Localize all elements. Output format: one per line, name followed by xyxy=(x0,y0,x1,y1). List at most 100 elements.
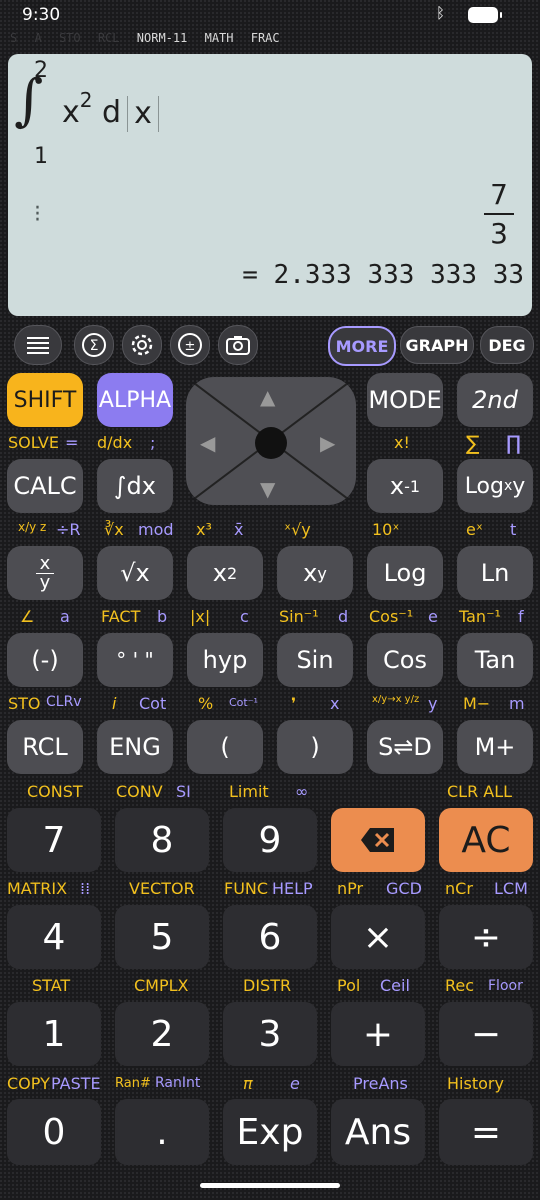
plus-minus-icon[interactable]: ± xyxy=(170,325,210,365)
ans-key[interactable]: Ans xyxy=(331,1099,425,1165)
frac-bottom: y xyxy=(39,571,51,593)
label-npr: nPr xyxy=(337,879,364,898)
label-atan: Tan⁻¹ xyxy=(459,607,501,626)
svg-text:±: ± xyxy=(185,339,196,354)
ln-key[interactable]: Ln xyxy=(457,546,533,600)
label-factorial: x! xyxy=(394,433,410,452)
label-limit: Limit xyxy=(229,782,269,801)
label-comma: ❜ xyxy=(291,694,297,713)
digit-5-key[interactable]: 5 xyxy=(115,905,209,969)
integral-expression[interactable]: x2 dx xyxy=(62,88,159,132)
more-button[interactable]: MORE xyxy=(328,326,396,366)
shift-key[interactable]: SHIFT xyxy=(7,373,83,427)
home-indicator[interactable] xyxy=(200,1183,340,1188)
plus-key[interactable]: + xyxy=(331,1002,425,1066)
calc-key[interactable]: CALC xyxy=(7,459,83,513)
settings-gear-icon[interactable] xyxy=(122,325,162,365)
alpha-key[interactable]: ALPHA xyxy=(97,373,173,427)
divide-key[interactable]: ÷ xyxy=(439,905,533,969)
second-function-key[interactable]: 2nd xyxy=(457,373,533,427)
rcl-key[interactable]: RCL xyxy=(7,720,83,774)
m-plus-key[interactable]: M+ xyxy=(457,720,533,774)
label-cot: Cot xyxy=(139,694,167,713)
inverse-key[interactable]: x -1 xyxy=(367,459,443,513)
label-acos: Cos⁻¹ xyxy=(369,607,414,626)
label-gcd: GCD xyxy=(386,879,422,898)
eng-key[interactable]: ENG xyxy=(97,720,173,774)
label-fraction-convert: x/y→x y/z xyxy=(372,694,420,705)
label-random: Ran# xyxy=(115,1076,151,1091)
sqrt-key[interactable]: √x xyxy=(97,546,173,600)
digit-9-key[interactable]: 9 xyxy=(223,808,317,872)
more-vert-icon[interactable]: · · · xyxy=(34,198,41,232)
decimal-point-key[interactable]: . xyxy=(115,1099,209,1165)
label-cube: x³ xyxy=(196,520,212,539)
deg-button[interactable]: DEG xyxy=(480,326,534,364)
up-arrow-icon[interactable]: ▲ xyxy=(260,385,275,409)
integral-lower-limit[interactable]: 1 xyxy=(34,144,48,169)
label-ceil: Ceil xyxy=(380,976,410,995)
all-clear-key[interactable]: AC xyxy=(439,808,533,872)
digit-2-key[interactable]: 2 xyxy=(115,1002,209,1066)
cos-key[interactable]: Cos xyxy=(367,633,443,687)
result-denominator: 3 xyxy=(490,217,508,250)
label-abs: |x| xyxy=(190,607,211,626)
label-f: f xyxy=(518,607,524,626)
integral-key[interactable]: ∫dx xyxy=(97,459,173,513)
digit-4-key[interactable]: 4 xyxy=(7,905,101,969)
backspace-key[interactable] xyxy=(331,808,425,872)
label-distr: DISTR xyxy=(243,976,292,995)
calculator-display[interactable]: 2 ∫ 1 x2 dx · · · 7 3 = 2.333 333 333 33 xyxy=(8,54,532,316)
indicator-sto: STO xyxy=(58,31,81,45)
exp-key[interactable]: Exp xyxy=(223,1099,317,1165)
camera-icon[interactable] xyxy=(218,325,258,365)
indicator-math: MATH xyxy=(204,31,234,45)
sin-key[interactable]: Sin xyxy=(277,633,353,687)
matrix-grid-icon: ⁞⁞ xyxy=(80,879,91,898)
left-arrow-icon[interactable]: ◀ xyxy=(200,431,215,455)
fraction-result: 7 3 xyxy=(484,178,514,250)
right-arrow-icon[interactable]: ▶ xyxy=(320,431,335,455)
left-paren-key[interactable]: ( xyxy=(187,720,263,774)
direction-pad[interactable]: ▲ ▼ ◀ ▶ xyxy=(186,377,356,505)
label-semicolon: ; xyxy=(150,433,156,452)
logxy-y: y xyxy=(512,473,526,499)
label-floor: Floor xyxy=(488,978,523,994)
right-paren-key[interactable]: ) xyxy=(277,720,353,774)
negative-key[interactable]: (-) xyxy=(7,633,83,687)
mode-key[interactable]: MODE xyxy=(367,373,443,427)
hyp-key[interactable]: hyp xyxy=(187,633,263,687)
label-clrv: CLRv xyxy=(46,694,82,710)
tan-key[interactable]: Tan xyxy=(457,633,533,687)
log-key[interactable]: Log xyxy=(367,546,443,600)
power-key[interactable]: xy xyxy=(277,546,353,600)
expr-variable[interactable]: x xyxy=(127,95,159,132)
square-key[interactable]: x2 xyxy=(187,546,263,600)
sigma-icon[interactable]: Σ xyxy=(74,325,114,365)
label-sigma: ∑ xyxy=(466,431,480,455)
digit-6-key[interactable]: 6 xyxy=(223,905,317,969)
digit-7-key[interactable]: 7 xyxy=(7,808,101,872)
minus-key[interactable]: − xyxy=(439,1002,533,1066)
digit-1-key[interactable]: 1 xyxy=(7,1002,101,1066)
power-exp: y xyxy=(317,563,327,583)
status-bar: 9:30 ᛒ xyxy=(0,0,540,32)
graph-button[interactable]: GRAPH xyxy=(400,326,474,364)
digit-8-key[interactable]: 8 xyxy=(115,808,209,872)
label-c: c xyxy=(240,607,249,626)
digit-3-key[interactable]: 3 xyxy=(223,1002,317,1066)
label-b: b xyxy=(157,607,168,626)
degrees-minutes-seconds-key[interactable]: ° ' " xyxy=(97,633,173,687)
digit-0-key[interactable]: 0 xyxy=(7,1099,101,1165)
label-ddx: d/dx xyxy=(97,433,133,452)
label-lcm: LCM xyxy=(494,879,528,898)
equals-key[interactable]: = xyxy=(439,1099,533,1165)
power-base: x xyxy=(303,559,318,587)
menu-icon[interactable] xyxy=(14,325,62,365)
s-to-d-key[interactable]: S⇌D xyxy=(367,720,443,774)
svg-text:Σ: Σ xyxy=(90,338,99,354)
multiply-key[interactable]: × xyxy=(331,905,425,969)
fraction-key[interactable]: xy xyxy=(7,546,83,600)
down-arrow-icon[interactable]: ▼ xyxy=(260,477,275,501)
log-base-key[interactable]: Log x y xyxy=(457,459,533,513)
